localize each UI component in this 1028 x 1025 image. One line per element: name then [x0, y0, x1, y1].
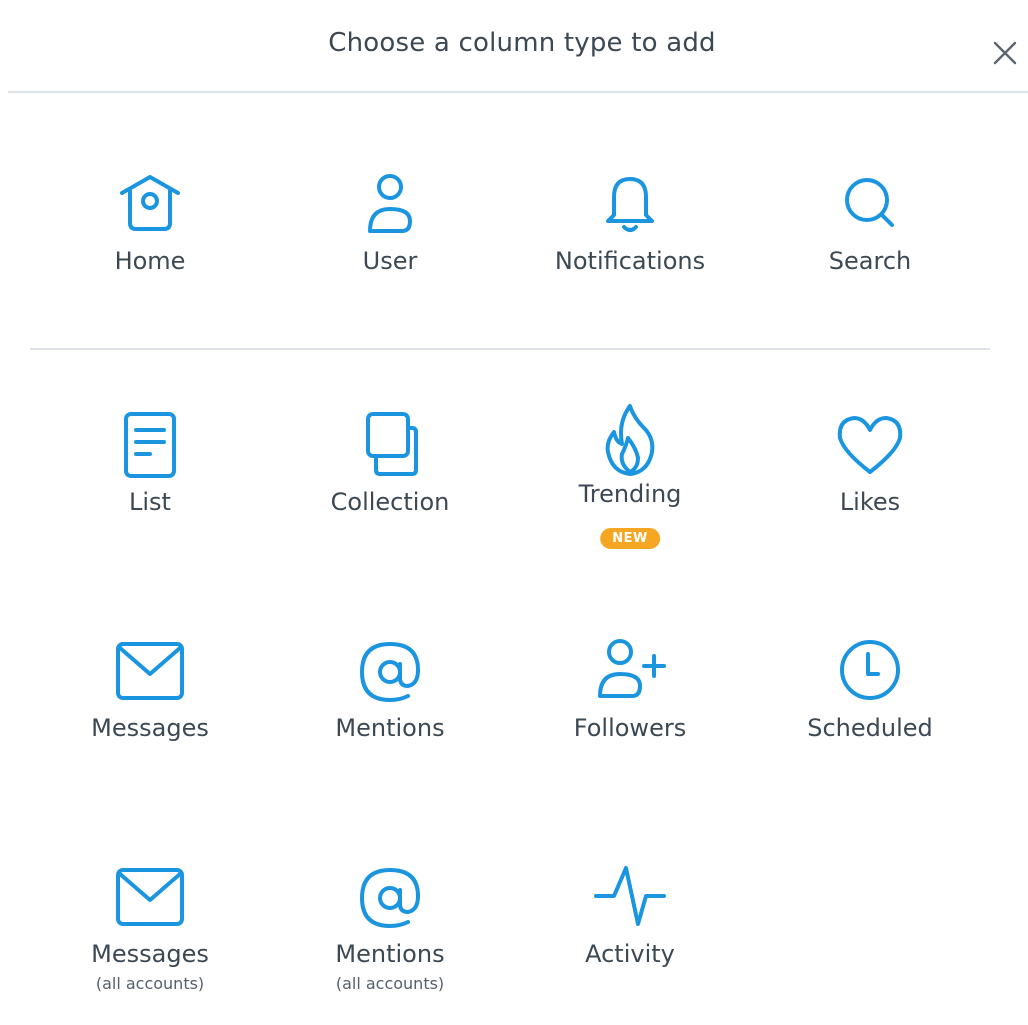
- header-divider: [8, 91, 1028, 93]
- clock-icon: [830, 634, 910, 714]
- column-label: User: [362, 247, 418, 275]
- column-label: Messages: [91, 714, 209, 742]
- column-label: Mentions: [335, 714, 445, 742]
- column-option-messages[interactable]: Messages: [60, 634, 240, 794]
- column-label: Search: [828, 247, 912, 275]
- column-option-home[interactable]: Home: [60, 167, 240, 327]
- column-sublabel: (all accounts): [95, 974, 205, 993]
- column-option-scheduled[interactable]: Scheduled: [780, 634, 960, 794]
- modal-title: Choose a column type to add: [328, 28, 716, 58]
- envelope-icon: [110, 634, 190, 714]
- collection-icon: [350, 408, 430, 488]
- column-label: Trending: [578, 480, 682, 508]
- column-label: Followers: [573, 714, 687, 742]
- bell-icon: [590, 167, 670, 247]
- new-badge: NEW: [600, 528, 660, 549]
- flame-icon: [590, 400, 670, 480]
- column-option-mentions-all-accounts[interactable]: Mentions (all accounts): [300, 860, 480, 1020]
- activity-icon: [590, 860, 670, 940]
- envelope-icon: [110, 860, 190, 940]
- column-label: Activity: [585, 940, 675, 968]
- column-label: Likes: [839, 488, 901, 516]
- column-label: Messages: [91, 940, 209, 968]
- column-label: List: [129, 488, 171, 516]
- column-option-activity[interactable]: Activity: [540, 860, 720, 1020]
- column-option-followers[interactable]: Followers: [540, 634, 720, 794]
- column-option-search[interactable]: Search: [780, 167, 960, 327]
- column-option-likes[interactable]: Likes: [780, 408, 960, 568]
- column-option-user[interactable]: User: [300, 167, 480, 327]
- column-label: Collection: [330, 488, 450, 516]
- home-icon: [110, 167, 190, 247]
- close-icon[interactable]: [988, 36, 1022, 70]
- user-icon: [350, 167, 430, 247]
- column-option-notifications[interactable]: Notifications: [540, 167, 720, 327]
- column-label: Scheduled: [807, 714, 933, 742]
- column-option-list[interactable]: List: [60, 408, 240, 568]
- column-option-collection[interactable]: Collection: [300, 408, 480, 568]
- column-sublabel: (all accounts): [335, 974, 445, 993]
- heart-icon: [830, 408, 910, 488]
- column-label: Notifications: [554, 247, 706, 275]
- add-user-icon: [590, 634, 670, 714]
- at-icon: [350, 634, 430, 714]
- column-option-mentions[interactable]: Mentions: [300, 634, 480, 794]
- column-label: Mentions: [335, 940, 445, 968]
- search-icon: [830, 167, 910, 247]
- modal-header: Choose a column type to add: [0, 0, 1028, 92]
- column-option-messages-all-accounts[interactable]: Messages (all accounts): [60, 860, 240, 1020]
- column-option-trending[interactable]: Trending NEW: [540, 400, 720, 560]
- column-label: Home: [114, 247, 186, 275]
- section-divider: [30, 348, 990, 350]
- list-icon: [110, 408, 190, 488]
- at-icon: [350, 860, 430, 940]
